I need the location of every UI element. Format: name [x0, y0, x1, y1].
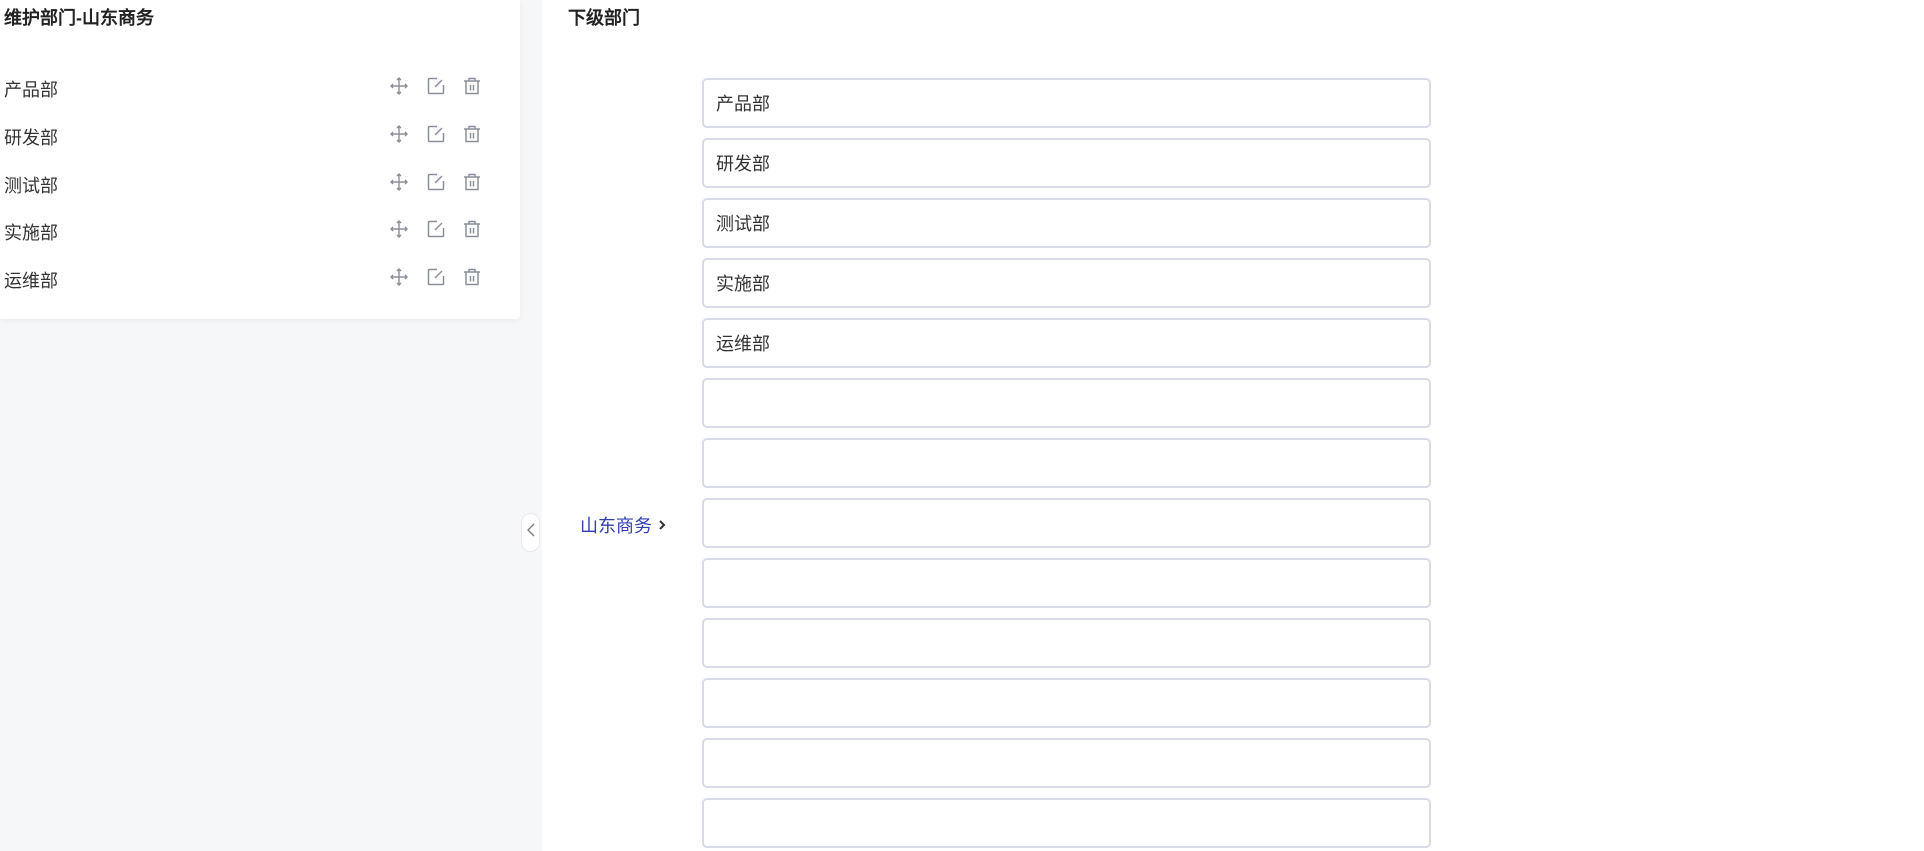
parent-department-label: 山东商务 — [580, 516, 652, 536]
department-list-item[interactable]: 实施部 — [0, 209, 520, 249]
move-icon[interactable] — [389, 219, 409, 239]
delete-icon[interactable] — [462, 76, 482, 96]
department-name: 实施部 — [4, 223, 58, 243]
edit-icon[interactable] — [426, 172, 446, 192]
card-title: 维护部门-山东商务 — [4, 8, 154, 28]
delete-icon[interactable] — [462, 124, 482, 144]
edit-icon[interactable] — [426, 267, 446, 287]
department-name: 研发部 — [4, 128, 58, 148]
sub-department-input[interactable] — [702, 258, 1431, 308]
sub-department-input[interactable] — [702, 618, 1431, 668]
delete-icon[interactable] — [462, 172, 482, 192]
parent-department-link[interactable]: 山东商务 — [580, 512, 666, 538]
sub-department-input[interactable] — [702, 438, 1431, 488]
edit-icon[interactable] — [426, 219, 446, 239]
edit-icon[interactable] — [426, 124, 446, 144]
department-list-item[interactable]: 测试部 — [0, 162, 520, 202]
department-name: 运维部 — [4, 271, 58, 291]
collapse-panel-button[interactable] — [521, 513, 540, 552]
sub-department-input[interactable] — [702, 198, 1431, 248]
chevron-left-icon — [526, 522, 536, 543]
delete-icon[interactable] — [462, 267, 482, 287]
sub-department-input[interactable] — [702, 498, 1431, 548]
edit-icon[interactable] — [426, 76, 446, 96]
sub-department-input[interactable] — [702, 378, 1431, 428]
move-icon[interactable] — [389, 172, 409, 192]
sub-department-input[interactable] — [702, 78, 1431, 128]
department-list-item[interactable]: 运维部 — [0, 257, 520, 297]
sub-department-input[interactable] — [702, 138, 1431, 188]
department-name: 产品部 — [4, 80, 58, 100]
sub-department-input[interactable] — [702, 738, 1431, 788]
department-list-item[interactable]: 研发部 — [0, 114, 520, 154]
move-icon[interactable] — [389, 124, 409, 144]
move-icon[interactable] — [389, 76, 409, 96]
delete-icon[interactable] — [462, 219, 482, 239]
sub-department-input[interactable] — [702, 558, 1431, 608]
department-list-item[interactable]: 产品部 — [0, 66, 520, 106]
department-name: 测试部 — [4, 176, 58, 196]
sub-department-title: 下级部门 — [568, 8, 640, 28]
sub-department-input[interactable] — [702, 678, 1431, 728]
chevron-right-icon — [658, 515, 666, 536]
department-list-card: 维护部门-山东商务 产品部研发部测试部实施部运维部 — [0, 0, 520, 319]
move-icon[interactable] — [389, 267, 409, 287]
sub-department-input[interactable] — [702, 318, 1431, 368]
sub-department-input[interactable] — [702, 798, 1431, 848]
